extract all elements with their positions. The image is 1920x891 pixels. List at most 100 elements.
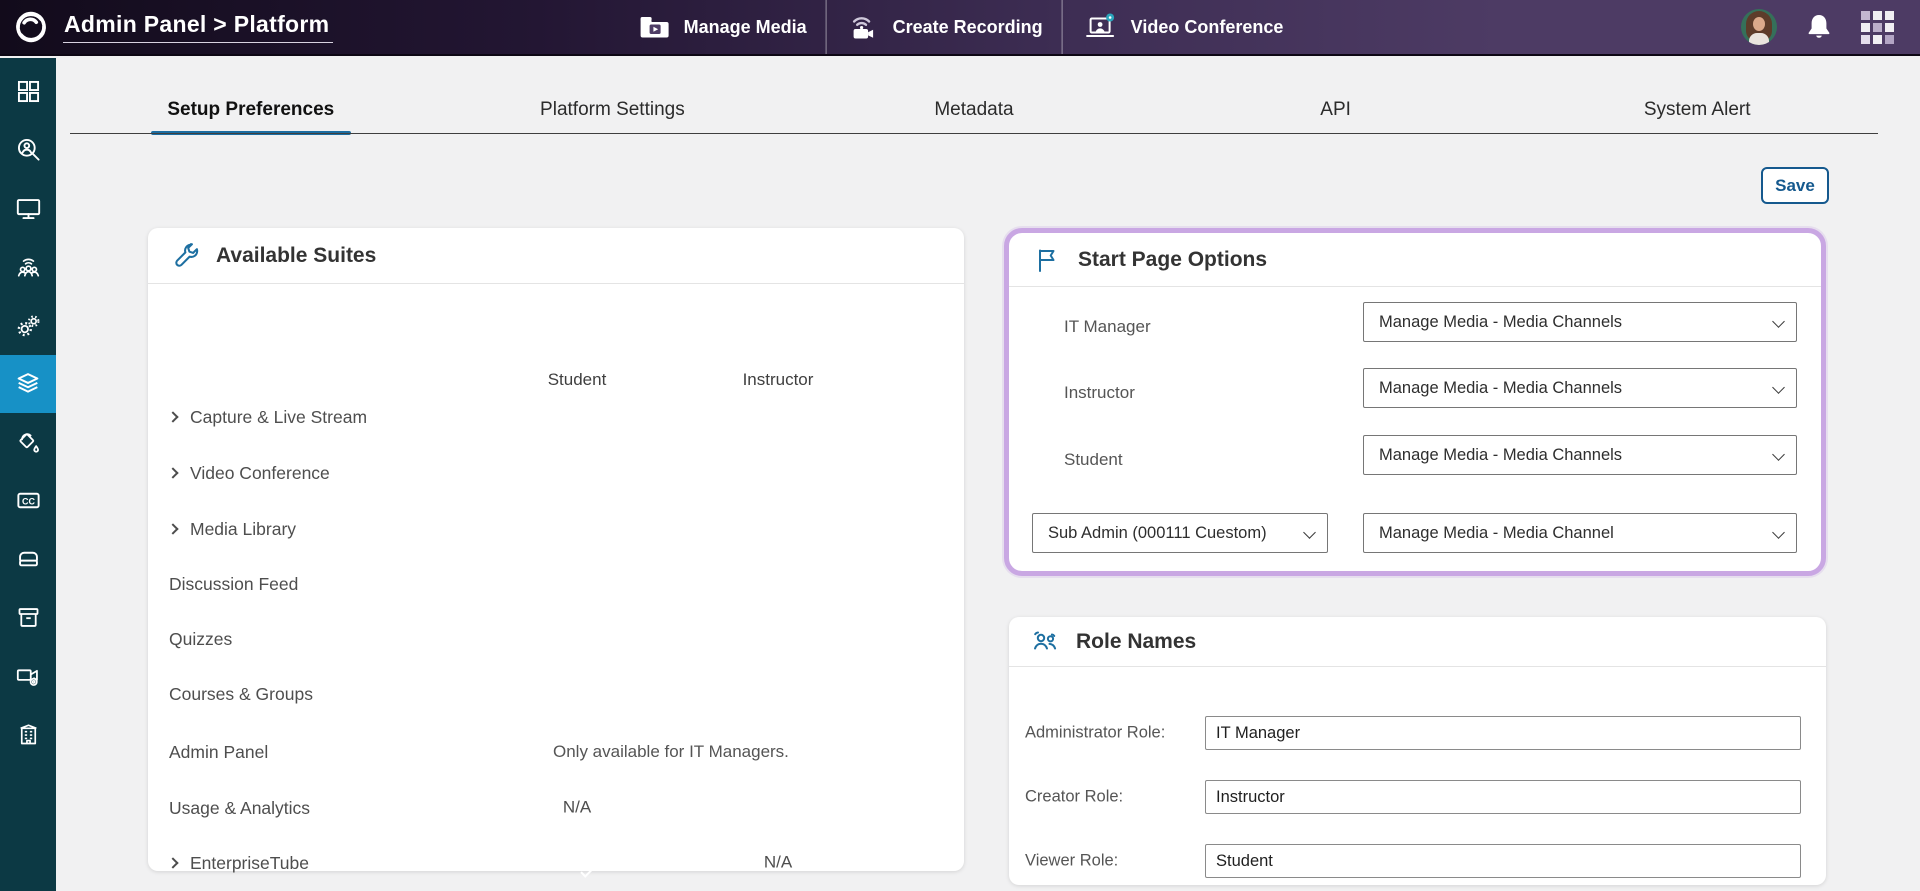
creator-role-label: Creator Role:: [1025, 788, 1123, 807]
role-names-title: Role Names: [1076, 630, 1196, 654]
tab-label: Setup Preferences: [167, 99, 334, 121]
administrator-role-label: Administrator Role:: [1025, 724, 1165, 743]
row-expander[interactable]: Capture & Live Stream: [169, 402, 367, 432]
app-logo-icon: [13, 9, 49, 45]
monitor-icon: [15, 195, 42, 222]
viewer-role-input[interactable]: [1205, 844, 1801, 878]
tab-system-alert[interactable]: System Alert: [1516, 85, 1878, 134]
tab-api[interactable]: API: [1155, 85, 1517, 134]
dashboard-icon: [15, 78, 42, 105]
available-suites-title: Available Suites: [216, 244, 376, 268]
tabbar: Setup Preferences Platform Settings Meta…: [70, 85, 1878, 134]
create-recording-button[interactable]: Create Recording: [827, 0, 1062, 54]
sidebar-item-monitor[interactable]: [0, 179, 56, 238]
sidebar-item-suites[interactable]: [0, 355, 56, 414]
captions-cc-icon: CC: [15, 487, 42, 514]
tab-label: API: [1320, 99, 1351, 121]
selected-option: Manage Media - Media Channels: [1379, 379, 1622, 398]
storage-drive-icon: [15, 546, 42, 573]
sidebar-item-conference[interactable]: [0, 238, 56, 297]
selected-option: Manage Media - Media Channels: [1379, 313, 1622, 332]
suite-label: Usage & Analytics: [169, 793, 310, 823]
manage-media-button[interactable]: Manage Media: [618, 0, 826, 54]
start-page-options-title: Start Page Options: [1078, 248, 1267, 272]
suite-label: Media Library: [190, 514, 296, 544]
suites-layers-icon: [14, 370, 42, 398]
suite-label: Video Conference: [190, 458, 330, 488]
sidebar-item-archive[interactable]: [0, 589, 56, 648]
instructor-start-page-select[interactable]: Manage Media - Media Channels: [1363, 368, 1797, 408]
wrench-icon: [170, 240, 201, 271]
tab-setup-preferences[interactable]: Setup Preferences: [70, 85, 432, 134]
topbar: Admin Panel > Platform Manage Media: [0, 0, 1920, 56]
sidebar-item-captions[interactable]: CC: [0, 472, 56, 531]
branding-paint-icon: [15, 429, 42, 456]
tab-label: Metadata: [934, 99, 1013, 121]
sub-admin-role-select[interactable]: Sub Admin (000111 Cuestom): [1032, 513, 1328, 553]
tab-metadata[interactable]: Metadata: [793, 85, 1155, 134]
sidebar-item-user-search[interactable]: [0, 121, 56, 180]
role-names-body: Administrator Role: Creator Role: Viewer…: [1009, 667, 1826, 875]
flag-icon: [1033, 245, 1063, 275]
start-page-options-panel: Start Page Options IT Manager Instructor…: [1004, 228, 1826, 576]
archive-box-icon: [15, 604, 42, 631]
sidebar-item-branding[interactable]: [0, 413, 56, 472]
suite-row-enterprisetube: EnterpriseTube N/A: [148, 848, 964, 878]
chevron-down-icon: [1772, 448, 1785, 461]
suite-row-media-library: Media Library: [148, 514, 964, 544]
sidebar-item-settings[interactable]: [0, 296, 56, 355]
brand[interactable]: Admin Panel > Platform: [0, 9, 333, 45]
sidebar-item-dashboard[interactable]: [0, 62, 56, 121]
chevron-right-icon: [167, 857, 178, 868]
viewer-role-label: Viewer Role:: [1025, 852, 1118, 871]
create-recording-icon: [846, 10, 882, 44]
row-expander[interactable]: Media Library: [169, 514, 296, 544]
user-avatar[interactable]: [1741, 9, 1777, 45]
column-header-student: Student: [548, 370, 607, 390]
suite-label: Discussion Feed: [169, 569, 298, 599]
selected-option: Manage Media - Media Channel: [1379, 524, 1614, 543]
student-start-page-select[interactable]: Manage Media - Media Channels: [1363, 435, 1797, 475]
notifications-bell-icon[interactable]: [1804, 11, 1834, 43]
suite-label: Capture & Live Stream: [190, 402, 367, 432]
chevron-right-icon: [167, 523, 178, 534]
breadcrumb-title: Admin Panel > Platform: [63, 11, 333, 43]
row-expander[interactable]: EnterpriseTube: [169, 848, 309, 878]
save-button[interactable]: Save: [1761, 167, 1829, 204]
tabbar-divider: [70, 133, 1878, 134]
sidebar-item-institution[interactable]: [0, 706, 56, 765]
suite-label: EnterpriseTube: [190, 848, 309, 878]
institution-building-icon: [15, 721, 42, 748]
student-na: N/A: [563, 798, 591, 817]
suite-row-discussion-feed: Discussion Feed: [148, 569, 964, 599]
svg-text:CC: CC: [22, 497, 35, 507]
tab-platform-settings[interactable]: Platform Settings: [432, 85, 794, 134]
start-page-options-header: Start Page Options: [1009, 233, 1821, 287]
sub-admin-start-page-select[interactable]: Manage Media - Media Channel: [1363, 513, 1797, 553]
instructor-na: N/A: [764, 853, 792, 872]
app-switcher-grid-icon[interactable]: [1861, 11, 1894, 44]
sidebar-item-recording-settings[interactable]: [0, 647, 56, 706]
suite-row-usage-analytics: Usage & Analytics N/A: [148, 793, 964, 823]
sidebar-item-storage[interactable]: [0, 530, 56, 589]
role-names-header: Role Names: [1009, 617, 1826, 667]
suite-label: Courses & Groups: [169, 679, 313, 709]
suite-row-capture-live-stream: Capture & Live Stream: [148, 402, 964, 432]
chevron-down-icon: [1772, 315, 1785, 328]
video-conference-button[interactable]: Video Conference: [1063, 0, 1303, 54]
video-conference-label: Video Conference: [1131, 17, 1284, 38]
row-expander[interactable]: Video Conference: [169, 458, 330, 488]
it-manager-start-page-select[interactable]: Manage Media - Media Channels: [1363, 302, 1797, 342]
chevron-right-icon: [167, 467, 178, 478]
suite-row-admin-panel: Admin Panel Only available for IT Manage…: [148, 737, 964, 767]
video-conference-icon: [1082, 10, 1120, 44]
settings-gears-icon: [15, 312, 42, 339]
administrator-role-input[interactable]: [1205, 716, 1801, 750]
admin-panel-note: Only available for IT Managers.: [553, 737, 789, 767]
sidebar: CC: [0, 58, 56, 891]
creator-role-input[interactable]: [1205, 780, 1801, 814]
available-suites-body: Student Instructor Capture & Live Stream…: [148, 284, 964, 869]
topbar-actions: Manage Media Create Recording: [618, 0, 1303, 54]
role-names-panel: Role Names Administrator Role: Creator R…: [1009, 617, 1826, 885]
column-header-instructor: Instructor: [743, 370, 814, 390]
